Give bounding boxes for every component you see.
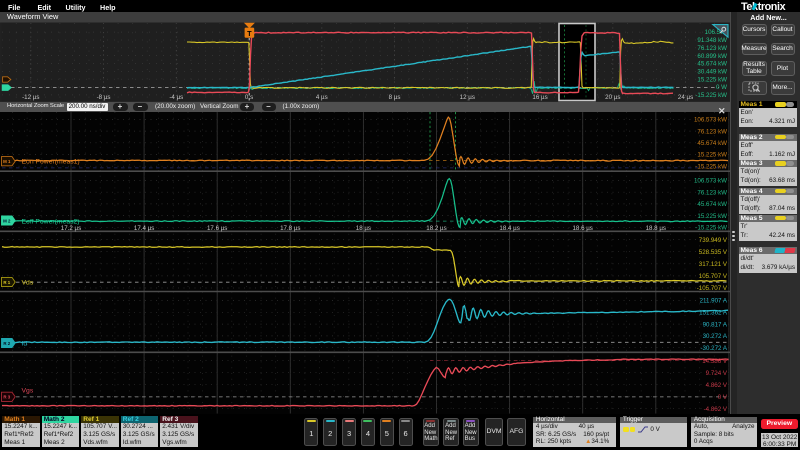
svg-text:-8 µs: -8 µs — [97, 94, 111, 101]
svg-text:-15.225 kW: -15.225 kW — [695, 92, 727, 99]
svg-text:8 µs: 8 µs — [389, 94, 401, 101]
svg-text:211.907 A: 211.907 A — [700, 298, 728, 305]
svg-text:90.817 A: 90.817 A — [703, 321, 728, 328]
svg-text:91.348 kW: 91.348 kW — [697, 37, 727, 44]
svg-text:R 2: R 2 — [3, 341, 10, 346]
svg-text:-4.862 V: -4.862 V — [704, 406, 728, 413]
svg-text:0 s: 0 s — [245, 94, 253, 101]
svg-text:17.4 µs: 17.4 µs — [134, 225, 154, 232]
svg-text:Id: Id — [22, 341, 28, 348]
svg-text:105.707 V: 105.707 V — [699, 273, 728, 280]
svg-text:12 µs: 12 µs — [460, 94, 475, 101]
svg-text:Vgs: Vgs — [22, 388, 34, 395]
svg-text:4 µs: 4 µs — [316, 94, 328, 101]
svg-text:18 µs: 18 µs — [356, 225, 371, 232]
svg-text:60.899 kW: 60.899 kW — [697, 53, 727, 60]
svg-text:24 µs: 24 µs — [678, 94, 693, 101]
svg-text:14.586 V: 14.586 V — [702, 358, 728, 365]
svg-text:M 1: M 1 — [3, 159, 11, 164]
svg-text:9.724 V: 9.724 V — [706, 370, 728, 377]
svg-text:-30.272 A: -30.272 A — [701, 345, 728, 352]
svg-text:15.225 kW: 15.225 kW — [697, 76, 727, 83]
svg-text:-4 µs: -4 µs — [169, 94, 183, 101]
svg-text:30.272 A: 30.272 A — [703, 333, 728, 340]
svg-text:317.121 V: 317.121 V — [699, 261, 728, 268]
svg-text:-15.225 kW: -15.225 kW — [695, 163, 727, 170]
svg-text:45.674 kW: 45.674 kW — [697, 61, 727, 68]
svg-text:0 W: 0 W — [716, 84, 727, 91]
svg-text:Vds: Vds — [22, 280, 34, 287]
svg-text:76.123 kW: 76.123 kW — [697, 189, 727, 196]
svg-text:16 µs: 16 µs — [532, 94, 547, 101]
svg-text:R 1: R 1 — [3, 280, 10, 285]
svg-text:528.535 V: 528.535 V — [699, 249, 728, 256]
svg-text:18.8 µs: 18.8 µs — [646, 225, 666, 232]
svg-text:-105.707 V: -105.707 V — [697, 285, 728, 292]
svg-text:Eoff Power(meas2): Eoff Power(meas2) — [22, 218, 80, 225]
svg-text:106.573 kW: 106.573 kW — [694, 117, 727, 124]
svg-text:45.674 kW: 45.674 kW — [697, 140, 727, 147]
svg-text:20 µs: 20 µs — [605, 94, 620, 101]
svg-text:18.4 µs: 18.4 µs — [499, 225, 519, 232]
svg-text:15.225 kW: 15.225 kW — [697, 152, 727, 159]
svg-text:Eon Power(meas1): Eon Power(meas1) — [22, 159, 80, 166]
svg-text:18.2 µs: 18.2 µs — [426, 225, 446, 232]
svg-text:106.573 kW: 106.573 kW — [694, 178, 727, 185]
svg-text:151.362 A: 151.362 A — [699, 310, 728, 317]
svg-text:-15.225 kW: -15.225 kW — [695, 225, 727, 232]
svg-text:-12 µs: -12 µs — [22, 94, 39, 101]
svg-text:M 2: M 2 — [3, 218, 11, 223]
svg-text:17.2 µs: 17.2 µs — [61, 225, 81, 232]
svg-text:18.6 µs: 18.6 µs — [572, 225, 592, 232]
svg-text:45.674 kW: 45.674 kW — [697, 201, 727, 208]
svg-text:0 V: 0 V — [718, 394, 728, 401]
svg-text:R 3: R 3 — [3, 395, 10, 400]
svg-text:17.8 µs: 17.8 µs — [280, 225, 300, 232]
svg-text:17.6 µs: 17.6 µs — [207, 225, 227, 232]
svg-text:4.862 V: 4.862 V — [706, 382, 728, 389]
svg-text:30.449 kW: 30.449 kW — [697, 68, 727, 75]
svg-text:76.123 kW: 76.123 kW — [697, 128, 727, 135]
svg-text:739.949 V: 739.949 V — [699, 237, 728, 244]
svg-text:15.225 kW: 15.225 kW — [697, 213, 727, 220]
svg-text:T: T — [247, 29, 252, 38]
svg-text:76.123 kW: 76.123 kW — [697, 45, 727, 52]
